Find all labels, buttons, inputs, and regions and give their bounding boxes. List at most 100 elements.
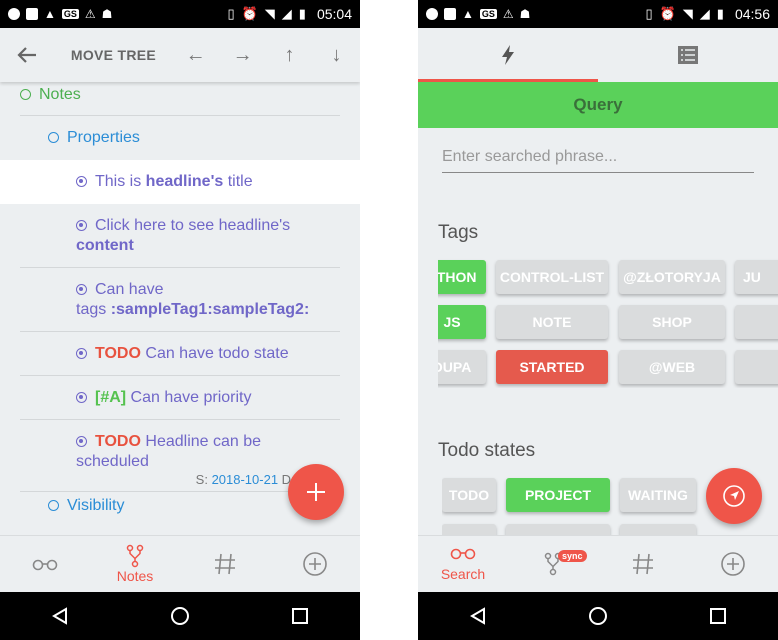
nav-agenda[interactable] (0, 536, 90, 592)
tags-chips: YTHON CONTROL-LIST @ZŁOTORYJA JU JS NOTE… (438, 258, 778, 388)
tree-item-todo-state: TODO Can have todo state (76, 344, 289, 364)
headline-text: tags (76, 301, 111, 318)
nav-add[interactable] (270, 536, 360, 592)
battery-icon: ▮ (298, 6, 306, 21)
todo-chip[interactable]: TODO (442, 478, 496, 512)
home-nav-icon[interactable] (166, 602, 194, 630)
system-nav-bar (0, 592, 360, 640)
headline-text: Can have priority (126, 389, 252, 406)
tag-chip[interactable] (735, 350, 778, 384)
tree-row-selected[interactable]: This is headline's title (0, 160, 360, 204)
scheduled-date: 2018-10-21 (211, 472, 279, 487)
tag-chip[interactable]: CONTROL-LIST (496, 260, 608, 294)
tags-text: :sampleTag1:sampleTag2: (110, 301, 310, 318)
search-input[interactable]: Enter searched phrase... (442, 146, 754, 173)
tag-chip[interactable]: SHOP (619, 305, 725, 339)
query-screen: ▲ GS ⚠ ☗ ▯ ⏰ ◥ ◢ ▮ 04:56 Query Enter sea… (418, 0, 778, 640)
back-nav-icon[interactable] (464, 602, 492, 630)
bullet-icon (48, 500, 59, 512)
headline-text: Can have (95, 281, 164, 298)
hashtag-icon (633, 553, 653, 575)
list-icon (678, 46, 698, 64)
tree-item-headline-content: Click here to see headline's content (76, 216, 290, 256)
tree-item-headline-title: This is headline's title (76, 172, 253, 192)
bullet-icon (20, 89, 31, 101)
triangle-a-icon: ▲ (44, 7, 56, 21)
signal-icon: ◢ (699, 6, 710, 21)
nav-notes[interactable]: sync (508, 536, 598, 592)
tags-section-title: Tags (438, 222, 479, 243)
nav-search[interactable]: Search (418, 536, 508, 592)
tree-item-notes: Notes (20, 85, 81, 105)
todo-chip[interactable]: WAITING (620, 478, 696, 512)
tree-item-visibility: Visibility (48, 496, 125, 516)
warning-icon: ⚠ (502, 7, 514, 21)
tag-chip[interactable]: JS (438, 305, 486, 339)
alarm-icon: ⏰ (659, 6, 676, 21)
warning-icon: ⚠ (84, 7, 96, 21)
headline-text: Can have todo state (140, 345, 289, 362)
tag-chip[interactable]: DUPA (438, 350, 486, 384)
add-fab-button[interactable] (288, 464, 344, 520)
move-up-icon[interactable]: ↑ (266, 44, 313, 67)
recents-nav-icon[interactable] (286, 602, 314, 630)
sync-badge: sync (558, 550, 587, 562)
nav-tags[interactable] (598, 536, 688, 592)
recents-nav-icon[interactable] (704, 602, 732, 630)
nav-add[interactable] (688, 536, 778, 592)
tree-row-priority[interactable]: [#A] Can have priority (0, 376, 360, 420)
notification-square-icon (26, 8, 38, 20)
nav-notes[interactable]: Notes (90, 536, 180, 592)
headline-text: This is (95, 173, 146, 190)
home-nav-icon[interactable] (584, 602, 612, 630)
tag-chip[interactable]: @WEB (619, 350, 725, 384)
status-time: 05:04 (316, 6, 352, 22)
tab-list-view[interactable] (598, 28, 778, 82)
back-arrow-icon[interactable] (0, 28, 55, 82)
query-header[interactable]: Query (418, 82, 778, 128)
tag-chip[interactable] (735, 305, 778, 339)
system-nav-bar (418, 592, 778, 640)
tree-row-properties[interactable]: Properties (0, 116, 360, 160)
bullet-icon (76, 284, 87, 296)
todo-states-section-title: Todo states (438, 440, 536, 461)
tag-chip[interactable]: JU (735, 260, 778, 294)
toolbar-title: MOVE TREE (70, 47, 157, 63)
tree-item-properties: Properties (48, 128, 140, 148)
back-nav-icon[interactable] (46, 602, 74, 630)
tree-row-todo[interactable]: TODO Can have todo state (0, 332, 360, 376)
bullet-icon (76, 220, 87, 232)
tag-chip[interactable]: NOTE (496, 305, 608, 339)
nav-tags[interactable] (180, 536, 270, 592)
tag-chip[interactable]: YTHON (438, 260, 486, 294)
lightning-icon (502, 45, 514, 65)
status-time: 04:56 (734, 6, 770, 22)
tag-chip[interactable]: STARTED (496, 350, 608, 384)
triangle-a-icon: ▲ (462, 7, 474, 21)
bullet-icon (76, 436, 87, 448)
tab-quick-query[interactable] (418, 28, 598, 82)
bullet-icon (76, 348, 87, 360)
move-down-icon[interactable]: ↓ (313, 44, 360, 67)
android-icon: ☗ (101, 7, 113, 21)
run-query-fab-button[interactable] (706, 468, 762, 524)
notification-square-icon (444, 8, 456, 20)
tree-item-label: Properties (67, 129, 140, 146)
headline-text: Click here to see headline's (95, 217, 291, 234)
vibrate-icon: ▯ (227, 6, 235, 21)
signal-icon: ◢ (281, 6, 292, 21)
bullet-icon (48, 132, 59, 144)
tree-row-tags[interactable]: Can have tags :sampleTag1:sampleTag2: (0, 268, 360, 332)
todo-keyword: TODO (95, 433, 141, 450)
tree-row-notes[interactable]: Notes (0, 82, 360, 116)
nav-search-label: Search (440, 566, 486, 582)
tree-row-content[interactable]: Click here to see headline's content (0, 204, 360, 268)
todo-chip[interactable]: PROJECT (506, 478, 610, 512)
alarm-icon: ⏰ (241, 6, 258, 21)
tag-chip[interactable]: @ZŁOTORYJA (619, 260, 725, 294)
move-left-icon[interactable]: ← (172, 44, 219, 67)
move-right-icon[interactable]: → (219, 44, 266, 67)
toolbar: MOVE TREE ← → ↑ ↓ (0, 28, 360, 82)
add-circle-icon (303, 552, 327, 576)
move-tree-screen: ▲ GS ⚠ ☗ ▯ ⏰ ◥ ◢ ▮ 05:04 MOVE TREE ← → ↑… (0, 0, 360, 640)
